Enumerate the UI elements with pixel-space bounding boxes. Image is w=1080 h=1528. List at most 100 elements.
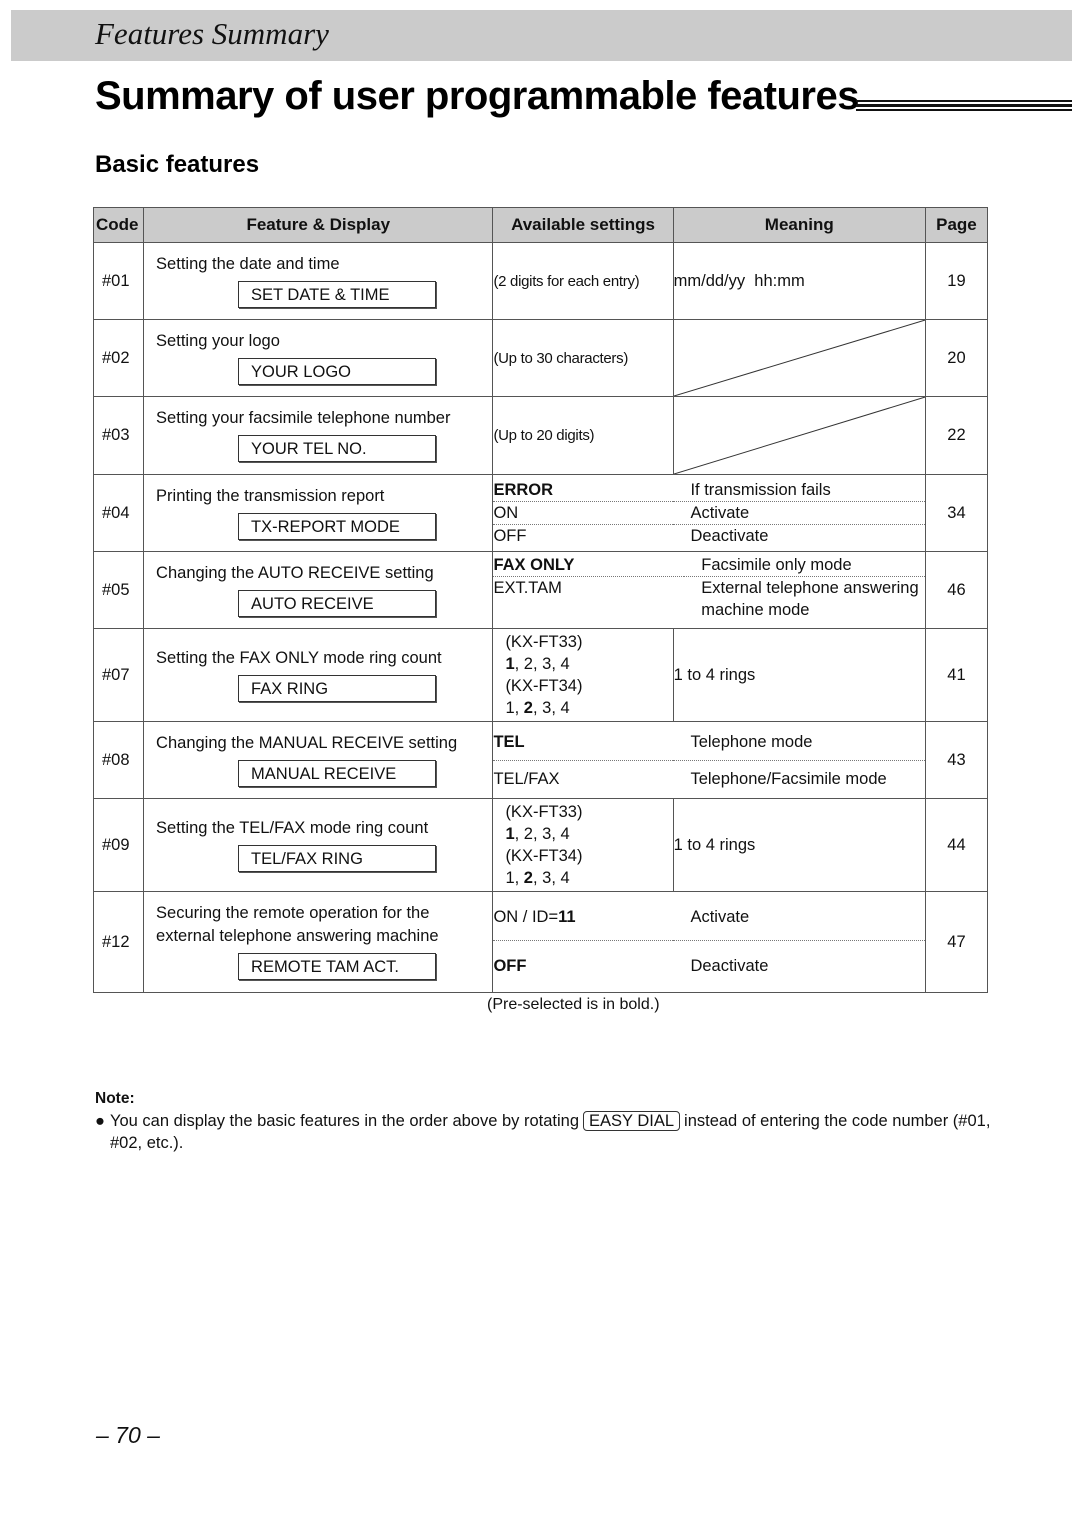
option-meaning: External telephone answering machine mod… — [701, 579, 919, 619]
option-setting: OFF — [493, 956, 527, 975]
ring-values: 1, 2, 3, 4 — [505, 699, 570, 717]
diagonal-slash — [674, 320, 925, 396]
feature-description: Securing the remote operation for the ex… — [156, 904, 439, 945]
row-settings: (2 digits for each entry) — [492, 242, 674, 320]
ring-values: 1, 2, 3, 4 — [505, 869, 570, 887]
ring-value: 4 — [560, 699, 570, 717]
ring-value: 3 — [542, 825, 552, 843]
table-row: #04 Printing the transmission report TX-R… — [92, 474, 989, 552]
model-label: (KX-FT33) — [505, 803, 583, 821]
option-row: FAX ONLY Facsimile only mode — [493, 552, 925, 577]
row-page: 19 — [924, 242, 989, 320]
row-feature: Securing the remote operation for the ex… — [143, 891, 494, 993]
header-feature: Feature & Display — [143, 207, 494, 243]
bullet-icon: ● — [95, 1112, 105, 1130]
ring-value: 2 — [523, 869, 533, 887]
option-meaning: Telephone/Facsimile mode — [690, 769, 887, 788]
row-page: 41 — [924, 628, 989, 722]
row-meaning: 1 to 4 rings — [672, 798, 926, 892]
row-options: TEL Telephone mode TEL/FAX Telephone/Facsi… — [492, 721, 926, 799]
ring-values: 1, 2, 3, 4 — [505, 655, 570, 673]
header-page: Page — [924, 207, 989, 243]
row-settings: (KX-FT33) 1, 2, 3, 4 (KX-FT34) 1, 2, 3, 4 — [492, 798, 674, 892]
row-feature: Changing the AUTO RECEIVE setting AUTO RE… — [143, 551, 494, 629]
table-row: #01 Setting the date and time SET DATE & … — [92, 242, 989, 320]
table-row: #08 Changing the MANUAL RECEIVE setting M… — [92, 721, 989, 799]
row-meaning-not-applicable — [672, 396, 926, 475]
feature-description: Setting the date and time — [156, 254, 340, 273]
row-code: #07 — [92, 628, 145, 722]
header-settings: Available settings — [492, 207, 674, 243]
easy-dial-key-icon: EASY DIAL — [583, 1111, 681, 1131]
header-meaning: Meaning — [672, 207, 926, 243]
page-number: – 70 – — [96, 1422, 160, 1448]
table-row: #12 Securing the remote operation for th… — [92, 891, 989, 993]
row-feature: Setting your facsimile telephone number Y… — [143, 396, 494, 475]
lcd-display: MANUAL RECEIVE — [238, 759, 437, 787]
option-row: OFF Deactivate — [493, 525, 924, 548]
table-header-row: Code Feature & Display Available setting… — [92, 207, 989, 243]
ring-count-options: (KX-FT33) 1, 2, 3, 4 (KX-FT34) 1, 2, 3, 4 — [493, 631, 672, 719]
row-page: 44 — [924, 798, 989, 892]
option-setting: TEL/FAX — [493, 769, 560, 788]
row-feature: Setting the FAX ONLY mode ring count FAX … — [143, 628, 494, 722]
table-row: #02 Setting your logo YOUR LOGO (Up to 30… — [92, 319, 989, 397]
option-row: ON Activate — [493, 501, 925, 525]
option-meaning: If transmission fails — [673, 479, 925, 502]
option-meaning: Activate — [673, 893, 925, 941]
model-label: (KX-FT34) — [505, 847, 583, 865]
option-setting: EXT.TAM — [493, 579, 562, 597]
feature-description: Printing the transmission report — [156, 486, 385, 505]
row-feature: Changing the MANUAL RECEIVE setting MANUA… — [143, 721, 494, 799]
feature-description: Setting the FAX ONLY mode ring count — [156, 648, 442, 667]
row-code: #04 — [92, 474, 145, 552]
row-code: #02 — [92, 319, 145, 397]
ring-value: 2 — [523, 699, 533, 717]
diagonal-slash — [674, 397, 925, 474]
option-setting-prefix: ON / ID= — [493, 907, 559, 926]
lcd-display: AUTO RECEIVE — [238, 589, 437, 617]
option-row: ERROR If transmission fails — [493, 479, 925, 502]
table-row: #03 Setting your facsimile telephone num… — [92, 396, 989, 475]
row-page: 46 — [924, 551, 989, 629]
ring-values: 1, 2, 3, 4 — [505, 825, 570, 843]
row-page: 22 — [924, 396, 989, 475]
option-setting-value: 11 — [558, 907, 576, 926]
option-row: OFF Deactivate — [493, 940, 924, 991]
option-meaning: Telephone mode — [673, 723, 925, 761]
note-label: Note: — [95, 1090, 135, 1107]
option-setting: TEL — [493, 723, 674, 761]
row-feature: Printing the transmission report TX-REPOR… — [143, 474, 494, 552]
row-code: #03 — [92, 396, 145, 475]
note-text-before: You can display the basic features in th… — [110, 1112, 580, 1130]
ring-value: 3 — [542, 869, 552, 887]
lcd-display: YOUR TEL NO. — [238, 435, 437, 462]
ring-count-options: (KX-FT33) 1, 2, 3, 4 (KX-FT34) 1, 2, 3, 4 — [493, 801, 672, 889]
row-page: 43 — [924, 721, 989, 799]
row-settings: (Up to 20 digits) — [492, 396, 674, 475]
row-options: ON / ID=11 Activate OFF Deactivate — [492, 891, 926, 993]
row-page: 47 — [924, 891, 989, 993]
ring-value: 4 — [560, 655, 570, 673]
model-label: (KX-FT34) — [505, 677, 583, 695]
option-setting: OFF — [493, 527, 527, 545]
lcd-display: YOUR LOGO — [238, 357, 437, 385]
feature-description: Setting your logo — [156, 331, 280, 350]
lcd-display: TX-REPORT MODE — [238, 512, 437, 540]
title-decorative-rule — [856, 100, 1072, 114]
ring-value: 1 — [505, 655, 515, 673]
feature-description: Setting the TEL/FAX mode ring count — [156, 818, 429, 837]
feature-description: Changing the AUTO RECEIVE setting — [156, 563, 434, 582]
section-header-band: Features Summary — [11, 10, 1072, 61]
row-page: 34 — [924, 474, 989, 552]
row-code: #08 — [92, 721, 145, 799]
option-setting: ERROR — [493, 479, 674, 502]
page-title: Summary of user programmable features — [95, 74, 859, 118]
row-settings: (KX-FT33) 1, 2, 3, 4 (KX-FT34) 1, 2, 3, 4 — [492, 628, 674, 722]
row-code: #05 — [92, 551, 145, 629]
row-code: #12 — [92, 891, 145, 993]
option-meaning: Activate — [673, 501, 925, 525]
feature-description: Changing the MANUAL RECEIVE setting — [156, 733, 458, 752]
ring-value: 3 — [542, 699, 552, 717]
option-row: EXT.TAM External telephone answering mach… — [493, 577, 924, 622]
